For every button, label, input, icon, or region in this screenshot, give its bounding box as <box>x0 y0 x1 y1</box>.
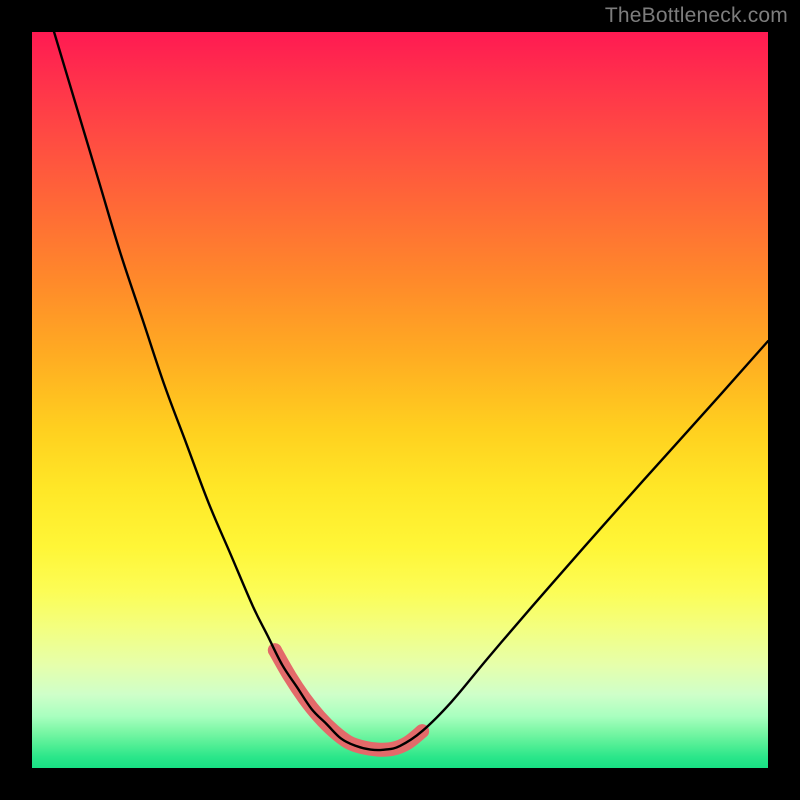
watermark-text: TheBottleneck.com <box>605 4 788 28</box>
plot-area <box>32 32 768 768</box>
bottom-highlight-path <box>275 650 422 750</box>
chart-svg <box>32 32 768 768</box>
chart-frame: TheBottleneck.com <box>0 0 800 800</box>
bottleneck-curve-path <box>54 32 768 750</box>
